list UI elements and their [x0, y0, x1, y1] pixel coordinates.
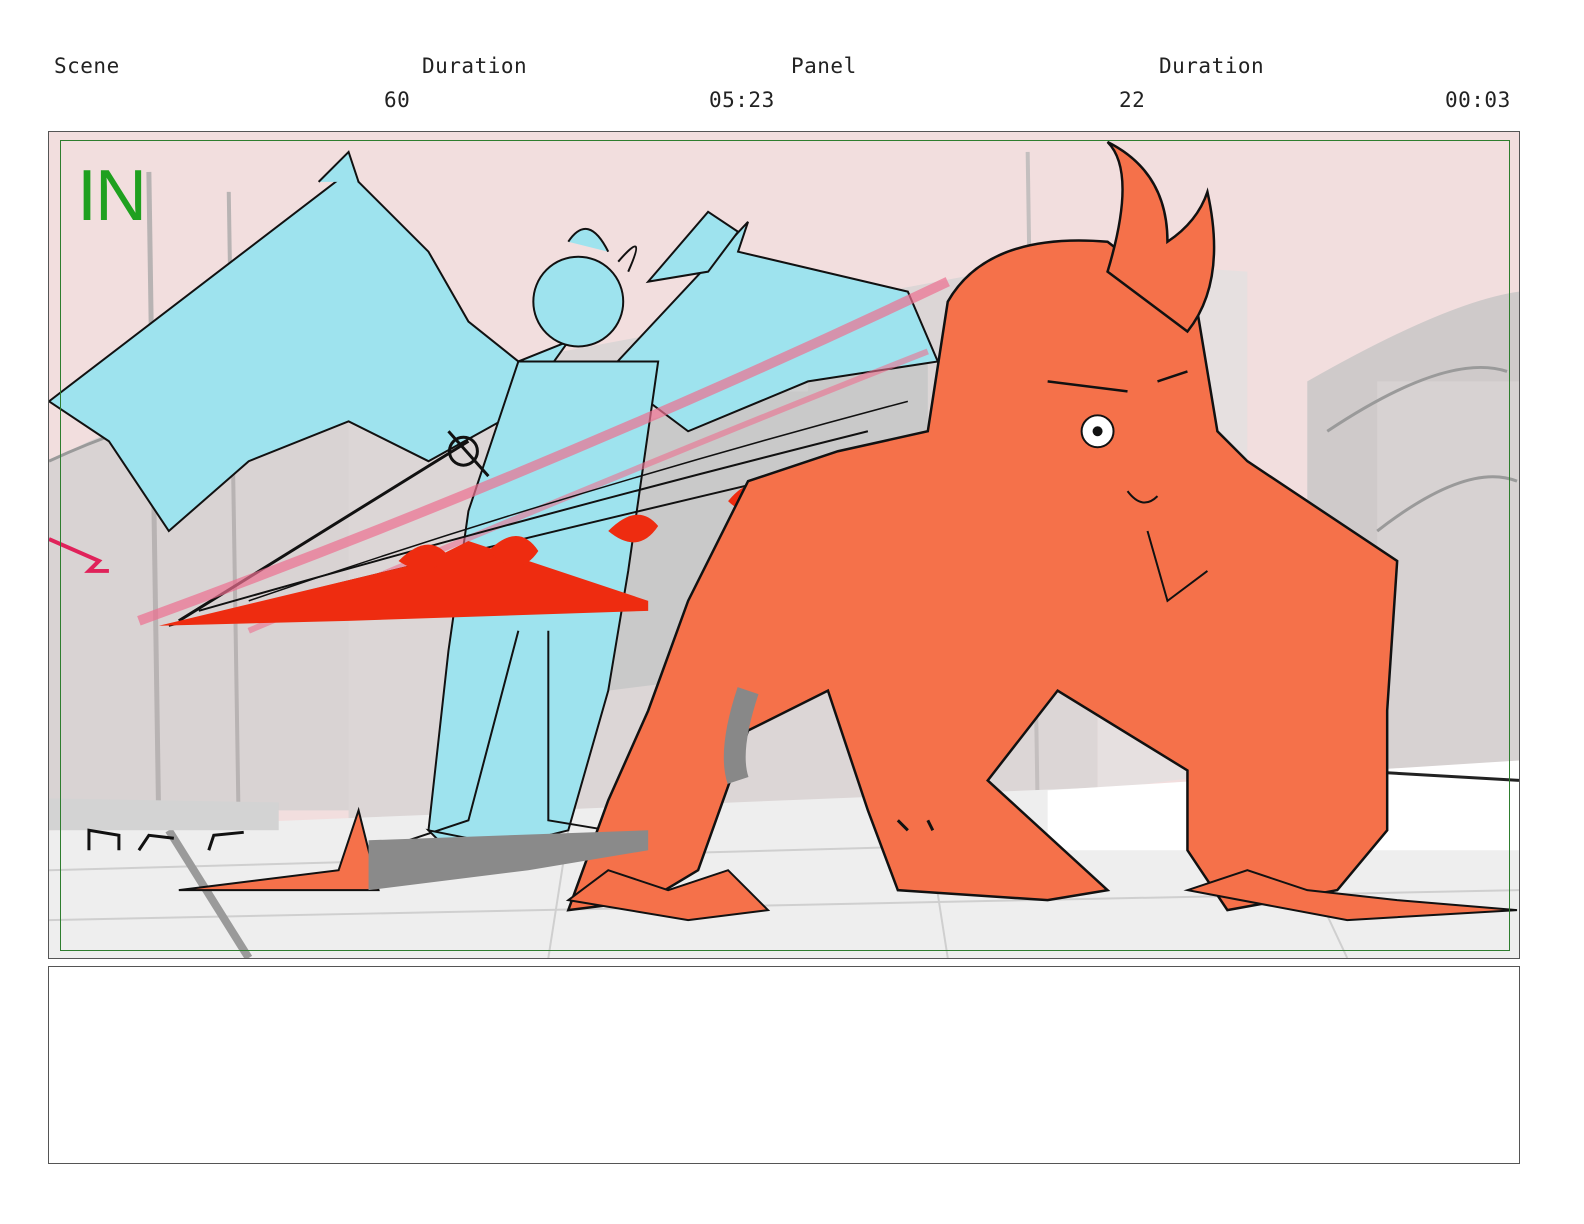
- scene-label: Scene: [54, 54, 120, 78]
- panel-duration-label: Duration: [1159, 54, 1265, 78]
- scene-number: 60: [384, 88, 411, 112]
- panel-notes-box[interactable]: [48, 966, 1520, 1164]
- panel-label: Panel: [791, 54, 857, 78]
- panel-number: 22: [1119, 88, 1146, 112]
- storyboard-panel: IN: [48, 131, 1520, 959]
- scene-duration-value: 05:23: [709, 88, 775, 112]
- scene-duration-label: Duration: [422, 54, 528, 78]
- panel-artwork: [49, 140, 1519, 958]
- panel-duration-value: 00:03: [1445, 88, 1511, 112]
- transition-in-label: IN: [77, 156, 147, 236]
